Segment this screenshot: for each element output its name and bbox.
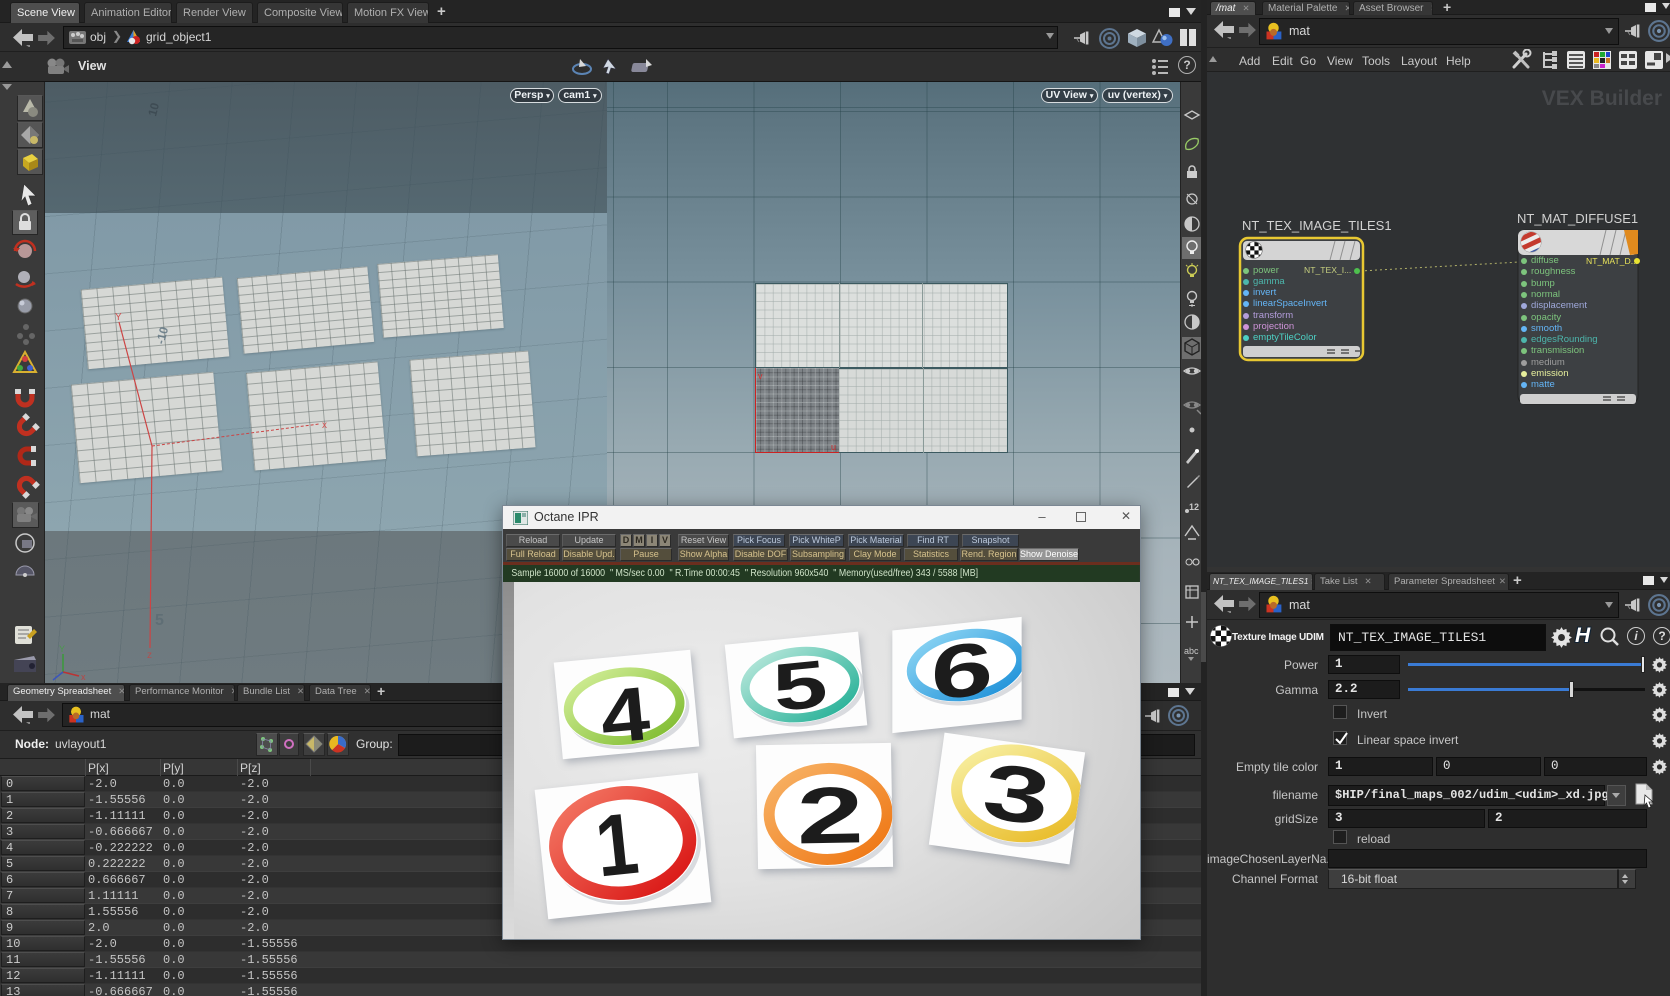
svg-text:4: 4 — [597, 671, 654, 759]
svg-text:12: 12 — [1189, 502, 1199, 512]
svg-text:6: 6 — [931, 626, 993, 717]
svg-text:x: x — [81, 672, 86, 682]
svg-text:3: 3 — [978, 747, 1055, 843]
svg-text:Y: Y — [59, 644, 65, 654]
svg-text:5: 5 — [155, 612, 164, 629]
svg-text:-10: -10 — [153, 325, 171, 346]
svg-text:x: x — [322, 420, 327, 431]
svg-text:z: z — [147, 650, 152, 661]
svg-text:2: 2 — [796, 770, 864, 861]
svg-text:abc: abc — [1184, 646, 1199, 656]
svg-text:5: 5 — [769, 645, 830, 725]
svg-text:Y: Y — [115, 312, 122, 323]
svg-text:10: 10 — [145, 101, 162, 118]
